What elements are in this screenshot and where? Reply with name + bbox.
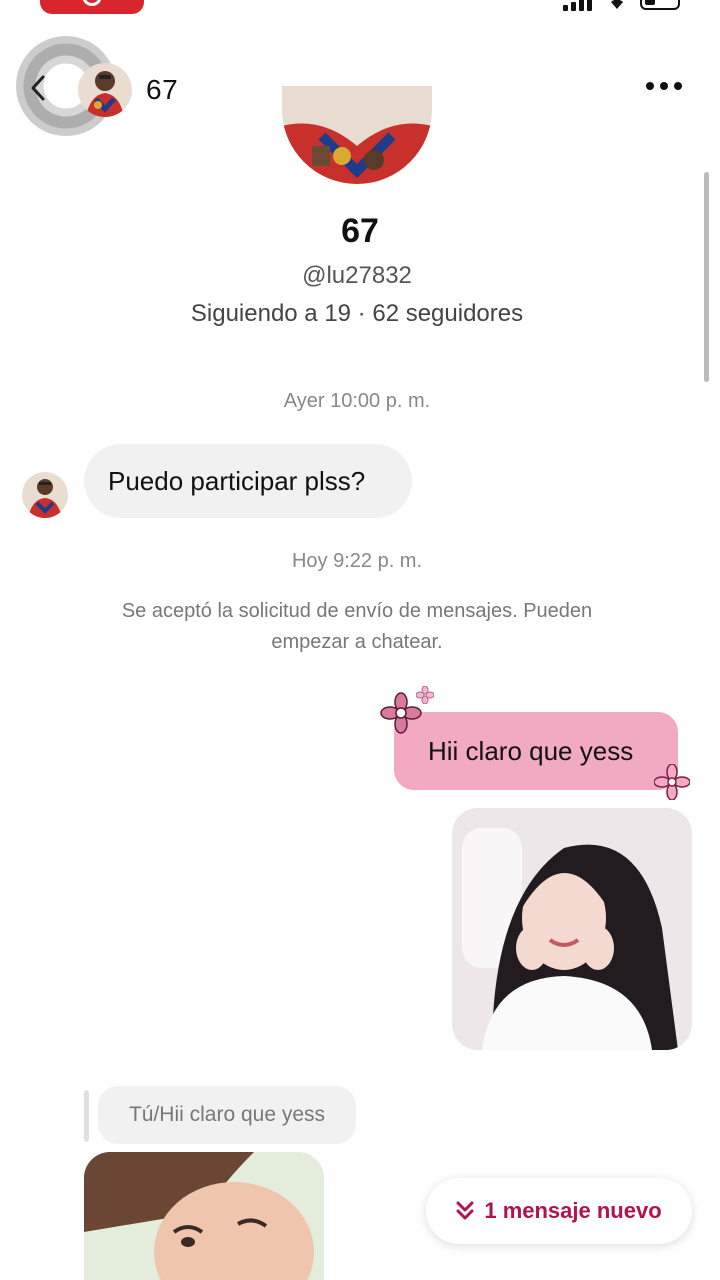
new-message-label: 1 mensaje nuevo — [484, 1198, 662, 1223]
header-title: 67 — [146, 74, 179, 105]
outgoing-message-bubble[interactable]: Hii claro que yess — [394, 712, 678, 790]
reply-quote[interactable]: Tú/Hii claro que yess — [98, 1086, 356, 1144]
timestamp: Hoy 9:22 p. m. — [291, 550, 423, 572]
reply-quote-bar — [84, 1090, 89, 1142]
wifi-icon — [611, 0, 623, 9]
profile-handle: @lu27832 — [302, 262, 412, 289]
record-icon — [82, 0, 102, 6]
profile-photo[interactable] — [282, 86, 432, 184]
system-notice: Se aceptó la solicitud de envío de mensa… — [121, 600, 593, 653]
flower-sticker-icon — [654, 764, 690, 800]
scrollbar[interactable] — [704, 172, 709, 382]
profile-name: 67 — [341, 212, 379, 250]
sender-avatar[interactable] — [22, 472, 68, 518]
timestamp: Ayer 10:00 p. m. — [283, 390, 431, 412]
more-dots-icon[interactable] — [646, 82, 682, 90]
double-chevron-down-icon — [456, 1201, 474, 1220]
outgoing-photo-message[interactable] — [452, 808, 692, 1050]
avatar[interactable] — [78, 63, 132, 117]
flower-sticker-icon — [416, 686, 434, 704]
incoming-photo-message[interactable] — [84, 1152, 324, 1280]
new-message-button[interactable]: 1 mensaje nuevo — [426, 1178, 692, 1244]
incoming-message-bubble[interactable]: Puedo participar plss? — [84, 444, 412, 518]
screen-record-indicator[interactable] — [40, 0, 144, 14]
profile-stats: Siguiendo a 19 · 62 seguidores — [190, 300, 524, 327]
battery-icon — [640, 0, 680, 10]
back-chevron-icon[interactable] — [30, 74, 46, 102]
signal-icon — [563, 0, 592, 11]
